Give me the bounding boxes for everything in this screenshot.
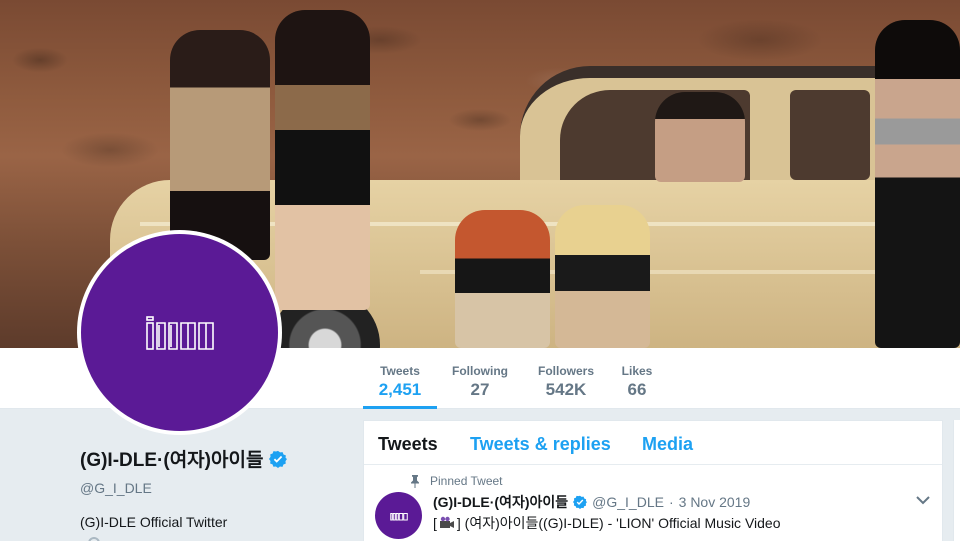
stat-value: 27 — [470, 380, 490, 399]
timeline-tabs: Tweets Tweets & replies Media — [364, 421, 942, 465]
tweet-text-body: ] (여자)아이들((G)I-DLE) - 'LION' Official Mu… — [456, 515, 781, 531]
movie-camera-icon — [439, 516, 454, 528]
chevron-down-icon[interactable] — [916, 495, 930, 505]
verified-badge-icon — [573, 495, 588, 509]
member-figure — [455, 210, 550, 348]
verified-badge-icon — [269, 450, 288, 468]
tweet-author-name[interactable]: (G)I-DLE·(여자)아이들 — [433, 492, 568, 512]
tweet-text: [ ] (여자)아이들((G)I-DLE) - 'LION' Official … — [433, 513, 781, 533]
profile-bio: (G)I-DLE Official Twitter — [80, 514, 228, 530]
stat-value: 542K — [545, 380, 587, 399]
member-figure — [555, 205, 650, 348]
stat-label: Tweets — [380, 364, 420, 378]
stat-label: Likes — [621, 364, 653, 378]
profile-name-row: (G)I-DLE·(여자)아이들 — [80, 445, 350, 472]
avatar-logo-bg — [81, 234, 278, 431]
stat-tweets[interactable]: Tweets 2,451 — [363, 348, 437, 409]
car-window — [790, 90, 870, 180]
tweet-author-handle[interactable]: @G_I_DLE — [592, 494, 664, 510]
member-figure — [170, 30, 270, 260]
sidebar-edge — [953, 420, 960, 541]
member-figure — [655, 92, 745, 182]
pinned-tweet[interactable]: Pinned Tweet (G)I-DLE·(여자)아이들 @G_I_DLE · — [364, 465, 942, 541]
pinned-indicator: Pinned Tweet — [410, 474, 503, 488]
group-logo-icon — [145, 315, 214, 350]
stat-label: Followers — [537, 364, 594, 378]
profile-name[interactable]: (G)I-DLE·(여자)아이들 — [80, 445, 263, 472]
member-figure — [275, 10, 370, 310]
tweet-avatar[interactable] — [375, 492, 422, 539]
profile-handle[interactable]: @G_I_DLE — [80, 480, 350, 496]
profile-avatar[interactable] — [77, 230, 282, 435]
tweet-header: (G)I-DLE·(여자)아이들 @G_I_DLE · 3 Nov 2019 — [433, 492, 750, 512]
stat-followers[interactable]: Followers 542K — [532, 348, 600, 409]
tweet-separator: · — [668, 494, 674, 510]
tab-tweets[interactable]: Tweets — [378, 434, 438, 455]
stat-value: 66 — [627, 380, 647, 399]
member-figure — [875, 20, 960, 348]
tweet-text-prefix: [ — [433, 515, 437, 531]
pinned-label: Pinned Tweet — [430, 474, 503, 488]
pin-icon — [411, 474, 419, 488]
profile-card: (G)I-DLE·(여자)아이들 @G_I_DLE (G)I-DLE Offic… — [80, 445, 350, 541]
stat-following[interactable]: Following 27 — [446, 348, 514, 409]
location-icon — [85, 534, 103, 541]
tweet-date[interactable]: 3 Nov 2019 — [679, 494, 751, 510]
group-logo-icon — [389, 512, 408, 520]
stat-likes[interactable]: Likes 66 — [613, 348, 661, 409]
tab-media[interactable]: Media — [642, 434, 693, 455]
tab-tweets-replies[interactable]: Tweets & replies — [470, 434, 611, 455]
timeline: Tweets Tweets & replies Media Pinned Twe… — [363, 420, 943, 541]
stat-label: Following — [452, 364, 508, 378]
stat-value: 2,451 — [378, 380, 422, 399]
